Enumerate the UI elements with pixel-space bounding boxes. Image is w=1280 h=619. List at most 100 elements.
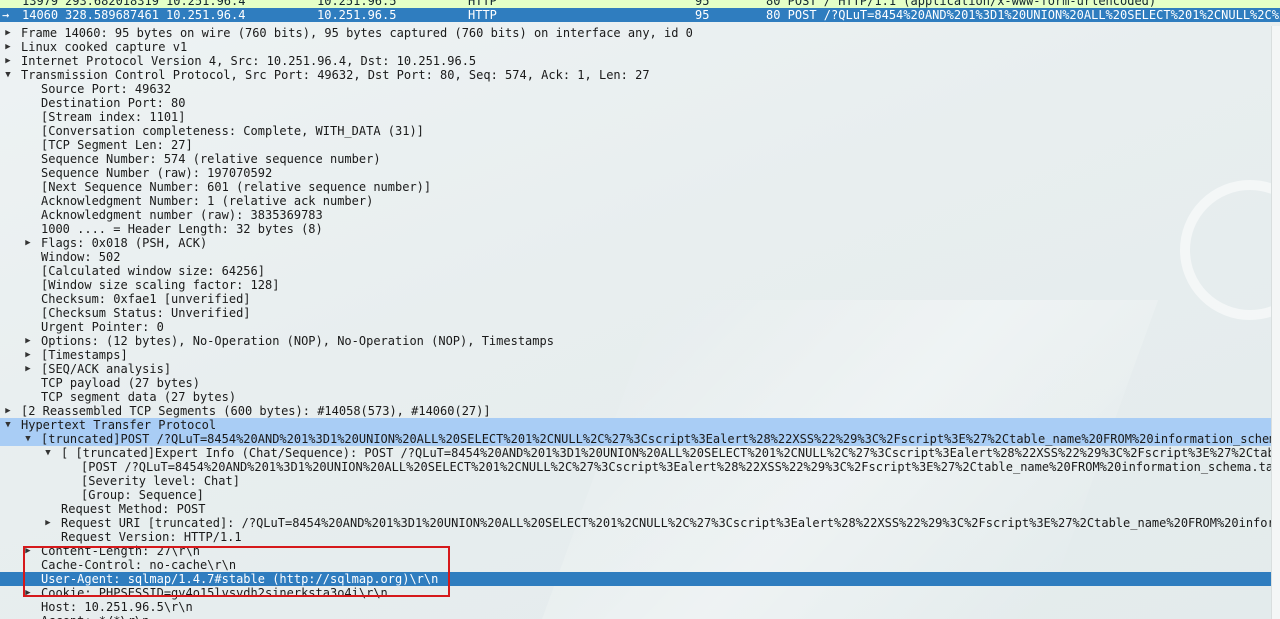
- detail-row[interactable]: [Next Sequence Number: 601 (relative seq…: [0, 180, 1272, 194]
- detail-row-text: [SEQ/ACK analysis]: [41, 362, 172, 376]
- detail-row[interactable]: [Window size scaling factor: 128]: [0, 278, 1272, 292]
- triangle-down-icon[interactable]: ▼: [43, 446, 53, 460]
- detail-row[interactable]: [Calculated window size: 64256]: [0, 264, 1272, 278]
- packet-number: 13979: [22, 0, 59, 8]
- detail-row[interactable]: Request Method: POST: [0, 502, 1272, 516]
- packet-info: 80 POST / HTTP/1.1 (application/x-www-fo…: [766, 0, 1157, 8]
- triangle-right-icon[interactable]: ▶: [3, 54, 13, 68]
- detail-row[interactable]: ▶ Internet Protocol Version 4, Src: 10.25…: [0, 54, 1272, 68]
- detail-row[interactable]: Window: 502: [0, 250, 1272, 264]
- triangle-right-icon[interactable]: ▶: [23, 334, 33, 348]
- packet-length: 95: [695, 0, 710, 8]
- packet-protocol: HTTP: [468, 0, 497, 8]
- detail-row[interactable]: Sequence Number: 574 (relative sequence …: [0, 152, 1272, 166]
- detail-row[interactable]: [TCP Segment Len: 27]: [0, 138, 1272, 152]
- triangle-down-icon[interactable]: ▼: [3, 418, 13, 432]
- vertical-scrollbar[interactable]: [1271, 26, 1280, 619]
- packet-time: 293.682018319: [65, 0, 159, 8]
- detail-row-text: TCP segment data (27 bytes): [41, 390, 237, 404]
- detail-row-text: Acknowledgment number (raw): 3835369783: [41, 208, 323, 222]
- detail-row[interactable]: TCP segment data (27 bytes): [0, 390, 1272, 404]
- detail-row[interactable]: [POST /?QLuT=8454%20AND%201%3D1%20UNION%…: [0, 460, 1272, 474]
- triangle-right-icon[interactable]: ▶: [23, 586, 33, 600]
- wireshark-window: 13979 293.682018319 10.251.96.4 10.251.9…: [0, 0, 1280, 619]
- triangle-right-icon[interactable]: ▶: [23, 362, 33, 376]
- detail-row-text: [Timestamps]: [41, 348, 128, 362]
- detail-row[interactable]: Checksum: 0xfae1 [unverified]: [0, 292, 1272, 306]
- detail-row[interactable]: ▶ Options: (12 bytes), No-Operation (NOP)…: [0, 334, 1272, 348]
- detail-row[interactable]: User-Agent: sqlmap/1.4.7#stable (http://…: [0, 572, 1272, 586]
- detail-row-text: Flags: 0x018 (PSH, ACK): [41, 236, 208, 250]
- detail-row[interactable]: ▶ Content-Length: 27\r\n: [0, 544, 1272, 558]
- detail-row[interactable]: ▶ [Timestamps]: [0, 348, 1272, 362]
- detail-row-text: Acknowledgment Number: 1 (relative ack n…: [41, 194, 374, 208]
- detail-row[interactable]: [Conversation completeness: Complete, WI…: [0, 124, 1272, 138]
- detail-row[interactable]: ▼ [ [truncated]Expert Info (Chat/Sequence…: [0, 446, 1272, 460]
- detail-row[interactable]: TCP payload (27 bytes): [0, 376, 1272, 390]
- detail-row-text: Request Version: HTTP/1.1: [61, 530, 242, 544]
- detail-row[interactable]: [Group: Sequence]: [0, 488, 1272, 502]
- detail-row-text: Sequence Number: 574 (relative sequence …: [41, 152, 381, 166]
- triangle-right-icon[interactable]: ▶: [23, 348, 33, 362]
- detail-row-text: [Conversation completeness: Complete, WI…: [41, 124, 424, 138]
- detail-row[interactable]: Source Port: 49632: [0, 82, 1272, 96]
- detail-row[interactable]: Accept: */*\r\n: [0, 614, 1272, 619]
- detail-row[interactable]: ▼ Hypertext Transfer Protocol: [0, 418, 1272, 432]
- detail-row-text: [Window size scaling factor: 128]: [41, 278, 280, 292]
- detail-row[interactable]: Acknowledgment number (raw): 3835369783: [0, 208, 1272, 222]
- detail-row[interactable]: [Severity level: Chat]: [0, 474, 1272, 488]
- detail-row[interactable]: ▼ [truncated]POST /?QLuT=8454%20AND%201%3…: [0, 432, 1272, 446]
- detail-row-text: Request Method: POST: [61, 502, 206, 516]
- detail-row[interactable]: [Checksum Status: Unverified]: [0, 306, 1272, 320]
- detail-row[interactable]: ▶ Linux cooked capture v1: [0, 40, 1272, 54]
- triangle-right-icon[interactable]: ▶: [23, 236, 33, 250]
- detail-row[interactable]: Acknowledgment Number: 1 (relative ack n…: [0, 194, 1272, 208]
- detail-row-text: Window: 502: [41, 250, 121, 264]
- detail-row[interactable]: Urgent Pointer: 0: [0, 320, 1272, 334]
- detail-row-text: [Stream index: 1101]: [41, 110, 186, 124]
- triangle-right-icon[interactable]: ▶: [43, 516, 53, 530]
- detail-row-text: Cache-Control: no-cache\r\n: [41, 558, 237, 572]
- triangle-right-icon[interactable]: ▶: [3, 40, 13, 54]
- packet-details-tree: ▶ Frame 14060: 95 bytes on wire (760 bits…: [0, 26, 1272, 619]
- triangle-right-icon[interactable]: ▶: [3, 26, 13, 40]
- packet-list-row[interactable]: 13979 293.682018319 10.251.96.4 10.251.9…: [0, 0, 1280, 8]
- detail-row[interactable]: ▼ Transmission Control Protocol, Src Port…: [0, 68, 1272, 82]
- detail-row[interactable]: ▶ Flags: 0x018 (PSH, ACK): [0, 236, 1272, 250]
- detail-row-text: User-Agent: sqlmap/1.4.7#stable (http://…: [41, 572, 439, 586]
- detail-row-text: Source Port: 49632: [41, 82, 172, 96]
- detail-row[interactable]: ▶ [2 Reassembled TCP Segments (600 bytes)…: [0, 404, 1272, 418]
- detail-row-text: Cookie: PHPSESSID=gv4o15lvsvdh2sinerksta…: [41, 586, 388, 600]
- detail-row-text: Hypertext Transfer Protocol: [21, 418, 217, 432]
- detail-row[interactable]: 1000 .... = Header Length: 32 bytes (8): [0, 222, 1272, 236]
- detail-row[interactable]: Request Version: HTTP/1.1: [0, 530, 1272, 544]
- packet-protocol: HTTP: [468, 8, 497, 22]
- detail-row[interactable]: Destination Port: 80: [0, 96, 1272, 110]
- triangle-down-icon[interactable]: ▼: [23, 432, 33, 446]
- detail-row[interactable]: Cache-Control: no-cache\r\n: [0, 558, 1272, 572]
- packet-destination: 10.251.96.5: [317, 8, 397, 22]
- detail-row[interactable]: ▶ [SEQ/ACK analysis]: [0, 362, 1272, 376]
- triangle-right-icon[interactable]: ▶: [3, 404, 13, 418]
- detail-row-text: Linux cooked capture v1: [21, 40, 188, 54]
- packet-length: 95: [695, 8, 710, 22]
- packet-list-row-selected[interactable]: → 14060 328.589687461 10.251.96.4 10.251…: [0, 8, 1280, 22]
- detail-row-text: Accept: */*\r\n: [41, 614, 149, 619]
- packet-time: 328.589687461: [65, 8, 159, 22]
- detail-row[interactable]: [Stream index: 1101]: [0, 110, 1272, 124]
- triangle-right-icon[interactable]: ▶: [23, 544, 33, 558]
- detail-row-text: 1000 .... = Header Length: 32 bytes (8): [41, 222, 323, 236]
- detail-row[interactable]: Sequence Number (raw): 197070592: [0, 166, 1272, 180]
- detail-row[interactable]: ▶ Request URI [truncated]: /?QLuT=8454%20…: [0, 516, 1272, 530]
- detail-row[interactable]: ▶ Cookie: PHPSESSID=gv4o15lvsvdh2sinerkst…: [0, 586, 1272, 600]
- detail-row[interactable]: ▶ Frame 14060: 95 bytes on wire (760 bits…: [0, 26, 1272, 40]
- detail-row-text: Host: 10.251.96.5\r\n: [41, 600, 193, 614]
- triangle-down-icon[interactable]: ▼: [3, 68, 13, 82]
- detail-row-text: [Group: Sequence]: [81, 488, 204, 502]
- detail-row-text: [Checksum Status: Unverified]: [41, 306, 251, 320]
- related-packet-icon: →: [2, 8, 10, 22]
- detail-row-text: TCP payload (27 bytes): [41, 376, 200, 390]
- packet-source: 10.251.96.4: [166, 0, 246, 8]
- detail-row[interactable]: Host: 10.251.96.5\r\n: [0, 600, 1272, 614]
- packet-source: 10.251.96.4: [166, 8, 246, 22]
